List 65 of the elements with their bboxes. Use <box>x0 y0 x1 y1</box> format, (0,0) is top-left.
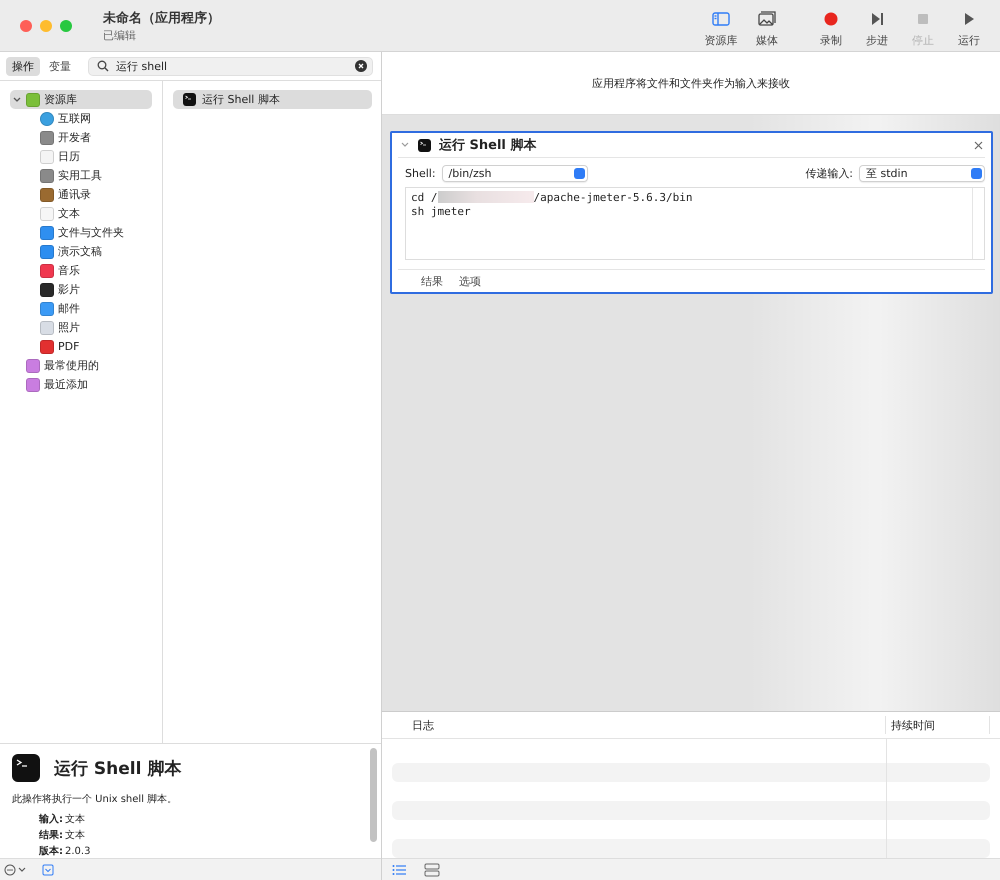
shell-dropdown[interactable]: /bin/zsh <box>442 165 588 182</box>
code-text: cd / <box>411 190 438 204</box>
library-item[interactable]: 照片 <box>10 318 152 337</box>
input-dropdown[interactable]: 至 stdin <box>859 165 985 182</box>
close-icon[interactable] <box>974 140 983 150</box>
library-item[interactable]: PDF <box>10 337 152 356</box>
zoom-button[interactable] <box>60 20 72 32</box>
library-item[interactable]: 演示文稿 <box>10 242 152 261</box>
description-toggle-icon[interactable] <box>42 864 54 876</box>
scrollbar[interactable] <box>370 748 377 842</box>
more-icon[interactable] <box>4 864 28 876</box>
footer-tab[interactable]: 结果 <box>415 274 449 288</box>
disclosure-icon[interactable] <box>12 94 22 104</box>
library-item[interactable]: 邮件 <box>10 299 152 318</box>
library-item[interactable]: 文本 <box>10 204 152 223</box>
code-text: /apache-jmeter-5.6.3/bin <box>534 190 692 204</box>
tab[interactable]: 变量 <box>43 56 77 76</box>
split-view-icon[interactable] <box>424 862 440 876</box>
shell-label: Shell: <box>405 167 436 180</box>
library-item[interactable]: 实用工具 <box>10 166 152 185</box>
action-title: 运行 Shell 脚本 <box>54 758 182 780</box>
terminal-icon <box>418 138 431 152</box>
action-title: 运行 Shell 脚本 <box>439 137 536 154</box>
library-item[interactable]: 文件与文件夹 <box>10 223 152 242</box>
field-label: 版本: <box>39 844 63 858</box>
description-text: 此操作将执行一个 Unix shell 脚本。 <box>12 792 178 806</box>
library-item[interactable]: 影片 <box>10 280 152 299</box>
field-value: 文本 <box>65 812 85 827</box>
input-label: 传递输入: <box>805 166 853 181</box>
field-label: 结果: <box>39 828 63 843</box>
search-field[interactable]: 运行 shell <box>88 56 373 76</box>
terminal-icon <box>183 93 196 106</box>
toolbar-button[interactable]: 录制 <box>808 4 854 48</box>
script-editor[interactable]: cd / /apache-jmeter-5.6.3/bin sh jmeter <box>405 187 985 260</box>
library-item[interactable]: 最近添加 <box>10 375 152 394</box>
library-item[interactable]: 最常使用的 <box>10 356 152 375</box>
library-item[interactable]: 资源库 <box>10 90 152 109</box>
window-subtitle: 已编辑 <box>103 28 137 42</box>
action-card[interactable]: 运行 Shell 脚本 Shell: /bin/zsh 传递输入: 至 stdin cd / /apache-jmeter-5.6.3/bin sh jmeter 结果 选项 <box>390 131 993 294</box>
library-item[interactable]: 通讯录 <box>10 185 152 204</box>
field-value: 2.0.3 <box>65 845 90 858</box>
toolbar-button[interactable]: 资源库 <box>698 4 744 48</box>
field-label: 输入: <box>39 812 63 827</box>
column-header: 持续时间 <box>885 716 990 734</box>
photos-icon <box>757 10 777 28</box>
library-item[interactable]: 音乐 <box>10 261 152 280</box>
column-header: 日志 <box>411 718 435 732</box>
list-view-icon[interactable] <box>392 864 406 876</box>
field-value: 文本 <box>65 828 85 843</box>
footer-tab[interactable]: 选项 <box>453 274 487 288</box>
tab[interactable]: 操作 <box>6 56 40 76</box>
clear-icon[interactable] <box>355 60 367 72</box>
window-title: 未命名（应用程序） <box>103 10 220 26</box>
terminal-icon <box>12 754 40 782</box>
action-item[interactable]: 运行 Shell 脚本 <box>173 90 372 109</box>
library-item[interactable]: 日历 <box>10 147 152 166</box>
search-icon <box>97 60 109 72</box>
toolbar-button[interactable]: 步进 <box>854 4 900 48</box>
toolbar-button[interactable]: 运行 <box>946 4 992 48</box>
close-button[interactable] <box>20 20 32 32</box>
library-item[interactable]: 互联网 <box>10 109 152 128</box>
library-item[interactable]: 开发者 <box>10 128 152 147</box>
toolbar-button[interactable]: 媒体 <box>744 4 790 48</box>
sidebar-icon <box>711 10 731 28</box>
code-text: sh jmeter <box>411 204 471 218</box>
